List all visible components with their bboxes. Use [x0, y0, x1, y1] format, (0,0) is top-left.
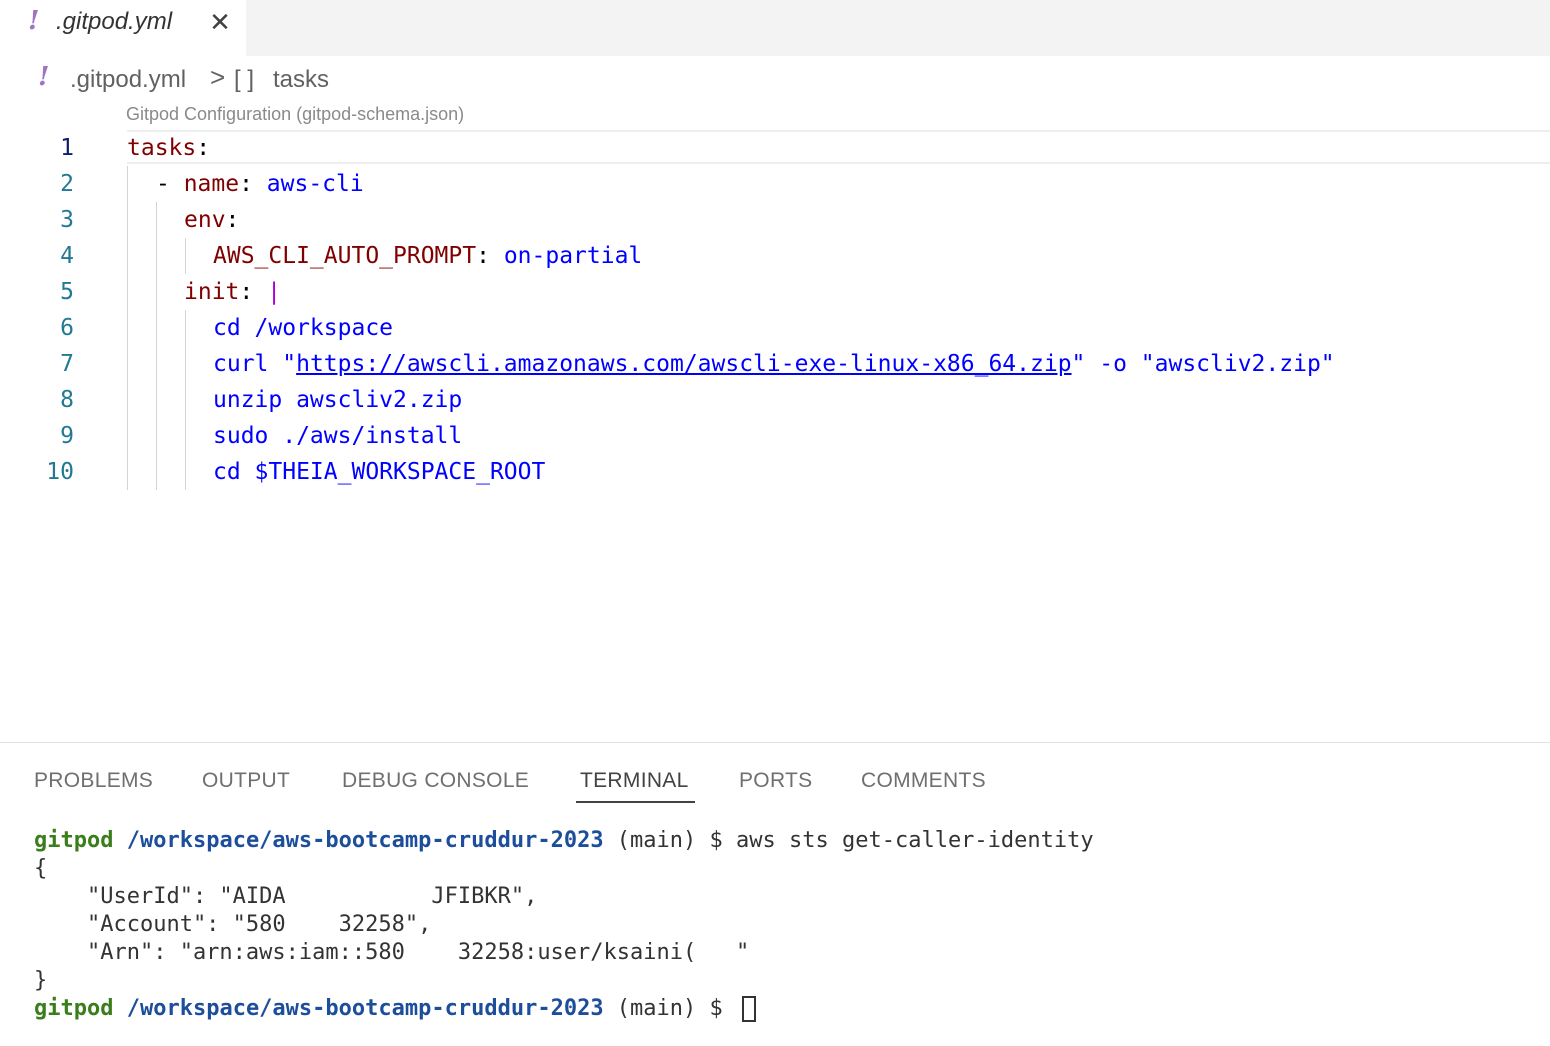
panel-tab-bar: PROBLEMS OUTPUT DEBUG CONSOLE TERMINAL P…	[0, 763, 1550, 807]
breadcrumb-symbol[interactable]: tasks	[273, 66, 329, 94]
yaml-key: name	[183, 171, 240, 197]
tab-problems[interactable]: PROBLEMS	[34, 769, 153, 793]
tab-comments[interactable]: COMMENTS	[861, 769, 986, 793]
yaml-key: env	[184, 207, 226, 233]
yaml-file-icon: !	[38, 62, 50, 92]
terminal-output-line: "UserId": "AIDA JFIBKR",	[34, 884, 538, 909]
line-number: 10	[46, 459, 74, 485]
terminal-output-line: "Account": "580 32258",	[34, 912, 432, 937]
code-line: 10 cd $THEIA_WORKSPACE_ROOT	[0, 454, 1550, 490]
yaml-colon: :	[225, 207, 240, 233]
tab-ports[interactable]: PORTS	[739, 769, 812, 793]
yaml-key: init	[184, 279, 240, 305]
breadcrumb-file[interactable]: .gitpod.yml	[70, 66, 186, 94]
line-number: 1	[60, 135, 74, 161]
code-line: 4 AWS_CLI_AUTO_PROMPT: on-partial	[0, 238, 1550, 274]
chevron-right-icon: >	[210, 62, 226, 92]
terminal-output-line: "Arn": "arn:aws:iam::580 32258:user/ksai…	[34, 940, 750, 965]
yaml-key: AWS_CLI_AUTO_PROMPT	[213, 243, 477, 269]
active-tab-indicator	[576, 801, 695, 803]
tab-debug-console[interactable]: DEBUG CONSOLE	[342, 769, 529, 793]
terminal-cursor	[742, 996, 757, 1022]
yaml-value: on-partial	[503, 243, 643, 269]
code-line: 2 - name: aws-cli	[0, 166, 1550, 202]
code-line: 7 curl "https://awscli.amazonaws.com/aws…	[0, 346, 1550, 382]
prompt-path: /workspace/aws-bootcamp-cruddur-2023	[126, 828, 604, 853]
code-line: 5 init: |	[0, 274, 1550, 310]
script-text: curl "	[213, 351, 297, 377]
code-line: 1 tasks:	[0, 130, 1550, 166]
line-number: 5	[60, 279, 74, 305]
editor-tab-bar: ! .gitpod.yml ✕	[0, 0, 1550, 56]
terminal-output-line: }	[34, 968, 48, 993]
prompt-branch: (main) $	[603, 828, 737, 853]
yaml-block-indicator: |	[267, 279, 281, 305]
line-number: 8	[60, 387, 74, 413]
tab-gitpod-yml[interactable]: ! .gitpod.yml ✕	[0, 0, 246, 56]
prompt-path: /workspace/aws-bootcamp-cruddur-2023	[126, 996, 604, 1021]
yaml-dash: -	[156, 171, 184, 197]
current-line-highlight	[127, 130, 1550, 164]
schema-hint[interactable]: Gitpod Configuration (gitpod-schema.json…	[126, 104, 464, 125]
terminal-command: aws sts get-caller-identity	[736, 828, 1094, 853]
url-link[interactable]: https://awscli.amazonaws.com/awscli-exe-…	[296, 351, 1071, 377]
line-number: 9	[60, 423, 74, 449]
script-line: sudo ./aws/install	[213, 423, 463, 449]
prompt-branch: (main) $	[603, 996, 737, 1021]
breadcrumb: ! .gitpod.yml > [ ] tasks	[0, 60, 1550, 100]
code-editor[interactable]: 1 tasks: 2 - name: aws-cli 3 env: 4 AWS_…	[0, 130, 1550, 500]
script-line: cd /workspace	[213, 315, 394, 341]
line-number: 3	[60, 207, 74, 233]
terminal-output-line: {	[34, 856, 48, 881]
close-icon[interactable]: ✕	[206, 4, 234, 40]
line-number: 2	[60, 171, 74, 197]
line-number: 6	[60, 315, 74, 341]
array-symbol-icon: [ ]	[234, 66, 255, 93]
terminal-prompt-line: gitpod /workspace/aws-bootcamp-cruddur-2…	[34, 827, 1094, 855]
prompt-user: gitpod	[34, 828, 114, 853]
code-line: 6 cd /workspace	[0, 310, 1550, 346]
yaml-key: tasks	[127, 135, 197, 161]
script-text: " -o "awscliv2.zip"	[1071, 351, 1335, 377]
yaml-file-icon: !	[28, 6, 40, 36]
prompt-user: gitpod	[34, 996, 114, 1021]
line-number: 7	[60, 351, 74, 377]
tab-label: .gitpod.yml	[56, 8, 173, 35]
code-line: 9 sudo ./aws/install	[0, 418, 1550, 454]
yaml-value: aws-cli	[266, 171, 364, 197]
code-line: 8 unzip awscliv2.zip	[0, 382, 1550, 418]
yaml-colon: :	[239, 171, 267, 197]
terminal[interactable]: gitpod /workspace/aws-bootcamp-cruddur-2…	[34, 827, 1094, 1023]
code-line: 3 env:	[0, 202, 1550, 238]
tab-output[interactable]: OUTPUT	[202, 769, 290, 793]
bottom-panel: PROBLEMS OUTPUT DEBUG CONSOLE TERMINAL P…	[0, 742, 1550, 1046]
line-number: 4	[60, 243, 74, 269]
terminal-prompt-line: gitpod /workspace/aws-bootcamp-cruddur-2…	[34, 995, 1094, 1023]
yaml-colon: :	[196, 135, 211, 161]
script-line: unzip awscliv2.zip	[213, 387, 463, 413]
yaml-colon: :	[476, 243, 504, 269]
yaml-colon: :	[239, 279, 268, 305]
tab-terminal[interactable]: TERMINAL	[580, 769, 689, 793]
script-line: cd $THEIA_WORKSPACE_ROOT	[213, 459, 546, 485]
